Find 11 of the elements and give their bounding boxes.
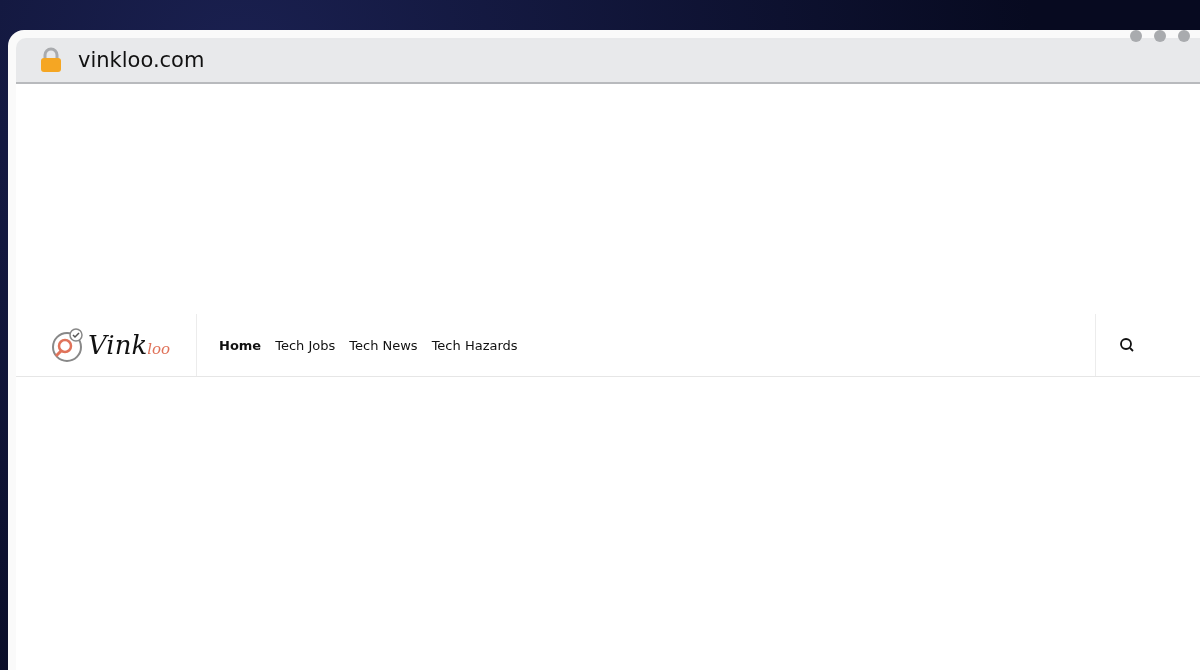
url-text: vinkloo.com — [78, 48, 205, 72]
site-logo[interactable]: Vinkloo — [88, 330, 170, 360]
window-dot[interactable] — [1154, 30, 1166, 42]
nav-link[interactable]: Home — [219, 337, 262, 353]
nav-link[interactable]: Tech News — [349, 337, 418, 353]
window-dot[interactable] — [1130, 30, 1142, 42]
magnifier-logo-icon — [50, 327, 86, 363]
padlock-icon — [40, 47, 62, 73]
nav-link[interactable]: Tech Jobs — [275, 337, 336, 353]
nav-link[interactable]: Tech Hazards — [431, 337, 518, 353]
window-dot[interactable] — [1178, 30, 1190, 42]
